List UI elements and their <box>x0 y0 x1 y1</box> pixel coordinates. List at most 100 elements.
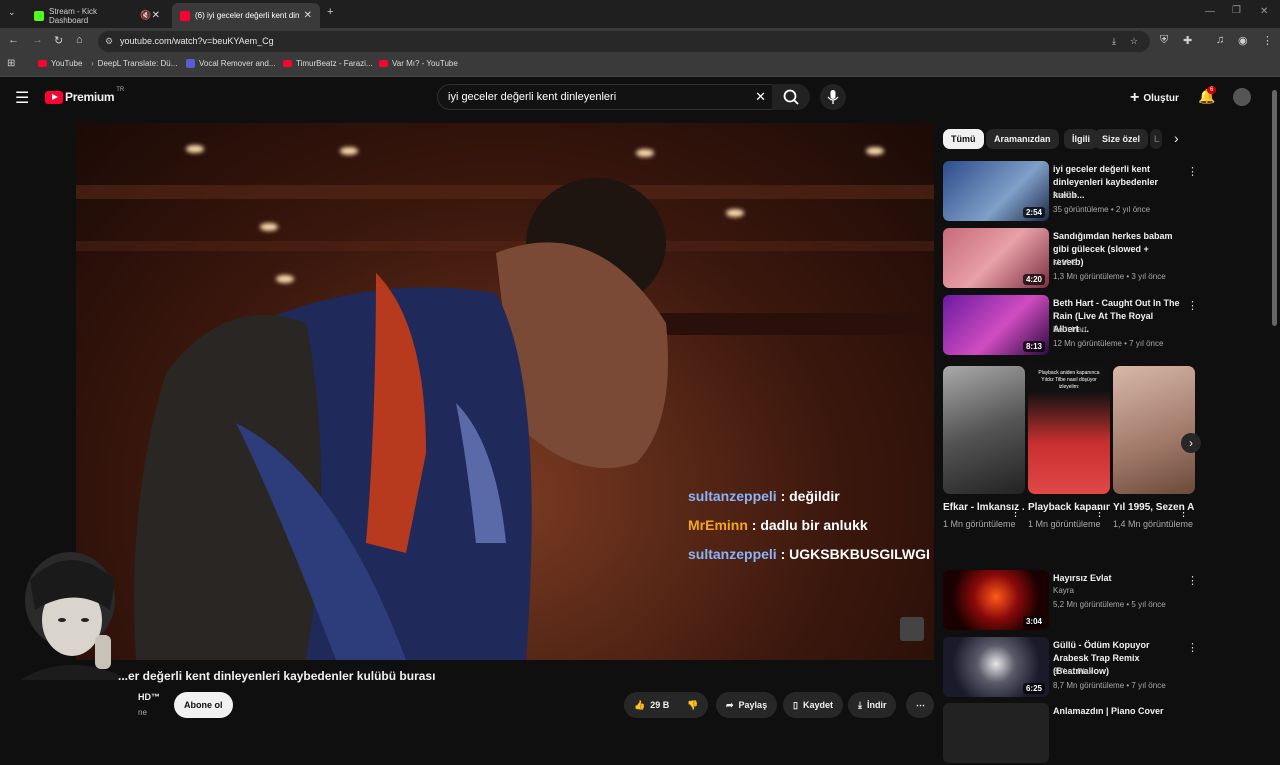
chip-from-search[interactable]: Aramanızdan <box>986 129 1059 149</box>
download-button[interactable]: ⤓ İndir <box>848 692 897 718</box>
like-button[interactable]: 👍 29 B <box>624 692 680 718</box>
share-button[interactable]: ➦ Paylaş <box>716 692 778 718</box>
video-thumbnail[interactable]: 6:25 <box>943 637 1049 697</box>
list-item[interactable]: 8:13 Beth Hart - Caught Out In The Rain … <box>943 295 1198 357</box>
channel-watermark[interactable] <box>900 617 924 641</box>
bookmark-timurbeatz[interactable]: TimurBeatz - Farazi... <box>283 59 373 68</box>
chat-text: : UGKSBKBUSGILWGI <box>780 546 930 562</box>
video-player[interactable] <box>76 123 934 660</box>
mute-icon[interactable]: 🔇 <box>140 10 151 21</box>
tab-list-icon[interactable]: ⌄ <box>8 7 16 18</box>
bookmark-star-icon[interactable]: ☆ <box>1130 31 1138 52</box>
vocal-remover-icon <box>186 59 195 68</box>
search-button[interactable] <box>772 84 810 110</box>
bookmark-deepl[interactable]: › DeepL Translate: Dü... <box>91 59 177 68</box>
deepl-icon: › <box>91 59 94 68</box>
rec-title[interactable]: Anlamazdın | Piano Cover <box>1053 705 1181 718</box>
list-item[interactable]: 6:25 Güllü - Ödüm Kopuyor Arabesk Trap R… <box>943 637 1198 699</box>
short-thumbnail[interactable] <box>943 366 1025 494</box>
rec-title[interactable]: Hayırsız Evlat <box>1053 572 1181 585</box>
url-text: youtube.com/watch?v=beuKYAem_Cg <box>120 36 274 46</box>
chip-for-you[interactable]: Size özel <box>1094 129 1149 149</box>
youtube-icon <box>38 60 47 67</box>
kebab-menu-icon[interactable]: ⋮ <box>1187 641 1198 654</box>
video-thumbnail[interactable]: 8:13 <box>943 295 1049 355</box>
notifications-button[interactable]: 🔔 6 <box>1198 86 1217 106</box>
subscribe-button[interactable]: Abone ol <box>174 692 233 718</box>
install-app-icon[interactable]: ⤓ <box>1112 31 1116 52</box>
tab-kick-dashboard[interactable]: Stream - Kick Dashboard 🔇 ✕ <box>26 3 168 28</box>
create-button[interactable]: + Oluştur <box>1130 89 1179 107</box>
maximize-icon[interactable]: ❐ <box>1232 5 1241 16</box>
channel-name[interactable]: HD™ <box>138 692 160 702</box>
dislike-button[interactable]: 👎 <box>680 692 708 718</box>
chip-more[interactable]: L <box>1150 129 1162 149</box>
country-code: TR <box>116 87 125 93</box>
close-window-icon[interactable]: ✕ <box>1260 6 1268 17</box>
share-icon: ➦ <box>726 699 734 710</box>
save-button[interactable]: ▯ Kaydet <box>783 692 843 718</box>
bookmark-vocal-remover[interactable]: Vocal Remover and... <box>186 59 275 68</box>
kebab-menu-icon[interactable]: ⋮ <box>1178 506 1189 519</box>
video-thumbnail[interactable]: 3:04 <box>943 570 1049 630</box>
list-item[interactable]: Anlamazdın | Piano Cover <box>943 703 1193 765</box>
apps-grid-icon[interactable]: ⊞ <box>7 58 15 69</box>
youtube-premium-logo[interactable]: Premium TR <box>45 87 125 104</box>
forward-icon[interactable]: → <box>32 34 43 46</box>
shield-extension-icon[interactable]: ⛨ <box>1160 34 1168 47</box>
rec-channel[interactable]: 80'Ler Plak <box>1053 667 1093 676</box>
chip-all[interactable]: Tümü <box>943 129 984 149</box>
chip-related[interactable]: İlgili <box>1064 129 1098 149</box>
video-thumbnail[interactable] <box>943 703 1049 763</box>
profile-icon[interactable]: ◉ <box>1238 34 1248 47</box>
rec-channel[interactable]: Asenn <box>1053 191 1076 200</box>
tab-youtube-video[interactable]: (6) iyi geceler değerli kent dinle ✕ <box>172 3 320 28</box>
microphone-icon <box>827 90 839 104</box>
youtube-icon <box>283 60 292 67</box>
short-thumbnail[interactable] <box>1113 366 1195 494</box>
chevron-right-icon[interactable]: › <box>1174 130 1179 146</box>
list-item[interactable]: 4:20 Sandığımdan herkes babam gibi gülec… <box>943 228 1193 290</box>
video-thumbnail[interactable]: 2:54 <box>943 161 1049 221</box>
kebab-menu-icon[interactable]: ⋮ <box>1187 299 1198 312</box>
close-tab-icon[interactable]: ✕ <box>152 10 160 21</box>
rec-meta: 5,2 Mn görüntüleme • 5 yıl önce <box>1053 600 1166 609</box>
duration-badge: 3:04 <box>1022 616 1045 627</box>
video-thumbnail[interactable]: 4:20 <box>943 228 1049 288</box>
rec-channel[interactable]: Kayra <box>1053 586 1074 595</box>
short-views: 1 Mn görüntüleme <box>943 519 1016 529</box>
url-field[interactable]: ⚙ youtube.com/watch?v=beuKYAem_Cg ⤓ ☆ <box>98 31 1150 52</box>
kebab-menu-icon[interactable]: ⋮ <box>1187 165 1198 178</box>
page-scrollbar[interactable] <box>1272 90 1277 326</box>
minimize-icon[interactable]: — <box>1205 6 1215 17</box>
close-tab-icon[interactable]: ✕ <box>304 10 312 21</box>
more-actions-button[interactable]: ⋯ <box>906 692 934 718</box>
back-icon[interactable]: ← <box>8 34 19 46</box>
short-thumbnail[interactable]: Playback aniden kapanınca Yıldız Tilbe n… <box>1028 366 1110 494</box>
site-info-icon[interactable]: ⚙ <box>105 31 113 52</box>
reload-icon[interactable]: ↻ <box>54 34 63 47</box>
rec-channel[interactable]: M.M.G <box>1053 258 1077 267</box>
rec-channel[interactable]: Beth Hart <box>1053 325 1087 334</box>
kebab-menu-icon[interactable]: ⋮ <box>1094 506 1105 519</box>
list-item[interactable]: 2:54 iyi geceler değerli kent dinleyenle… <box>943 161 1198 223</box>
bookmark-youtube[interactable]: YouTube <box>38 59 82 68</box>
browser-menu-icon[interactable]: ⋮ <box>1262 34 1273 47</box>
home-icon[interactable]: ⌂ <box>76 34 83 46</box>
clear-search-icon[interactable]: ✕ <box>755 85 766 109</box>
bookmark-label: Vocal Remover and... <box>199 59 276 68</box>
extensions-icon[interactable]: ✚ <box>1183 34 1192 47</box>
bookmark-label: DeepL Translate: Dü... <box>97 59 178 68</box>
search-input[interactable]: iyi geceler değerli kent dinleyenleri ✕ <box>437 84 773 110</box>
voice-search-button[interactable] <box>820 84 846 110</box>
list-item[interactable]: 3:04 Hayırsız Evlat Kayra 5,2 Mn görüntü… <box>943 570 1198 632</box>
avatar[interactable] <box>1233 88 1251 106</box>
media-control-icon[interactable]: ♫ <box>1216 34 1224 46</box>
hamburger-menu-icon[interactable]: ☰ <box>15 88 29 108</box>
kebab-menu-icon[interactable]: ⋮ <box>1187 574 1198 587</box>
kebab-menu-icon[interactable]: ⋮ <box>1010 506 1021 519</box>
new-tab-icon[interactable]: + <box>327 6 333 18</box>
shorts-next-button[interactable]: › <box>1181 433 1201 453</box>
subscribe-label: Abone ol <box>184 700 223 710</box>
bookmark-var-mi[interactable]: Var Mı? - YouTube <box>379 59 458 68</box>
